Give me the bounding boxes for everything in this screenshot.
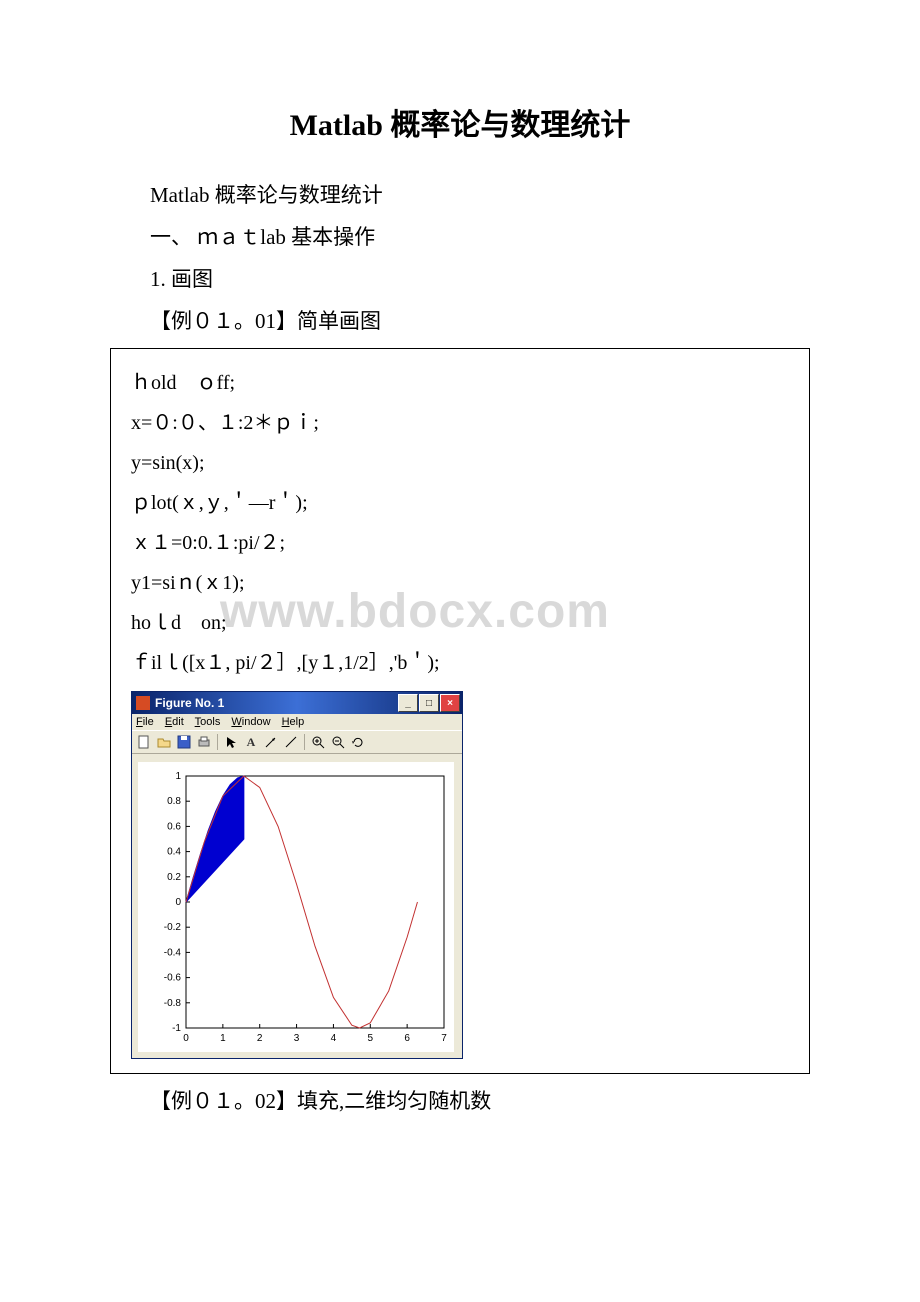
zoom-in-icon[interactable] — [309, 733, 327, 751]
svg-text:7: 7 — [441, 1033, 447, 1044]
svg-text:-0.6: -0.6 — [164, 973, 182, 984]
intro-line: Matlab 概率论与数理统计 — [150, 174, 810, 216]
matlab-figure-icon — [136, 696, 150, 710]
code-line: ｆilｌ([x１, pi/２］,[y１,1/2］,'b＇); — [131, 643, 789, 683]
svg-text:-0.8: -0.8 — [164, 998, 182, 1009]
svg-text:0.2: 0.2 — [167, 872, 181, 883]
svg-text:0.8: 0.8 — [167, 796, 181, 807]
code-line: ｈold ｏff; — [131, 363, 789, 403]
menu-window[interactable]: Window — [231, 716, 270, 728]
save-icon[interactable] — [175, 733, 193, 751]
line-icon[interactable] — [282, 733, 300, 751]
example-2-label: 【例０１。02】填充,二维均匀随机数 — [150, 1080, 810, 1122]
maximize-button[interactable]: □ — [419, 694, 439, 712]
new-file-icon[interactable] — [135, 733, 153, 751]
code-line: y1=siｎ(ｘ1); — [131, 563, 789, 603]
text-icon[interactable]: A — [242, 733, 260, 751]
page-title: Matlab 概率论与数理统计 — [110, 100, 810, 144]
svg-text:3: 3 — [294, 1033, 300, 1044]
menu-tools[interactable]: Tools — [195, 716, 221, 728]
menu-help[interactable]: Help — [282, 716, 305, 728]
svg-text:-0.2: -0.2 — [164, 922, 182, 933]
svg-text:-0.4: -0.4 — [164, 947, 182, 958]
open-file-icon[interactable] — [155, 733, 173, 751]
figure-toolbar: A — [132, 730, 462, 754]
title-cn: 概率论与数理统计 — [383, 109, 631, 142]
svg-text:-1: -1 — [172, 1023, 181, 1034]
code-line: ｐlot(ｘ,ｙ,＇—r＇); — [131, 483, 789, 523]
svg-text:6: 6 — [404, 1033, 410, 1044]
figure-titlebar: Figure No. 1 _ □ × — [132, 692, 462, 714]
minimize-button[interactable]: _ — [398, 694, 418, 712]
print-icon[interactable] — [195, 733, 213, 751]
code-line: x=０:０、１:2＊ｐｉ; — [131, 403, 789, 443]
svg-text:0: 0 — [183, 1033, 189, 1044]
svg-text:0.4: 0.4 — [167, 847, 181, 858]
close-button[interactable]: × — [440, 694, 460, 712]
title-latin: Matlab — [290, 109, 383, 142]
menu-edit[interactable]: Edit — [165, 716, 184, 728]
code-line: ｘ１=0:0.１:pi/２; — [131, 523, 789, 563]
toolbar-separator — [304, 734, 305, 750]
code-line: y=sin(x); — [131, 443, 789, 483]
matlab-figure-window: Figure No. 1 _ □ × File Edit Tools Windo… — [131, 691, 463, 1059]
figure-title: Figure No. 1 — [155, 696, 398, 710]
subsection-1: 1. 画图 — [150, 258, 810, 300]
zoom-out-icon[interactable] — [329, 733, 347, 751]
svg-text:4: 4 — [331, 1033, 337, 1044]
svg-text:5: 5 — [368, 1033, 374, 1044]
plot-axes[interactable]: -1 -0.8 -0.6 -0.4 -0.2 0 0.2 0.4 0.6 0.8 1 0 1 2 3 4 5 6 7 — [138, 762, 454, 1052]
plot-svg: -1 -0.8 -0.6 -0.4 -0.2 0 0.2 0.4 0.6 0.8 1 0 1 2 3 4 5 6 7 — [138, 762, 454, 1052]
example-1-label: 【例０１。01】简单画图 — [150, 300, 810, 342]
code-line: hoｌd on; — [131, 603, 789, 643]
svg-text:0.6: 0.6 — [167, 821, 181, 832]
toolbar-separator — [217, 734, 218, 750]
arrow-icon[interactable] — [262, 733, 280, 751]
rotate-icon[interactable] — [349, 733, 367, 751]
pointer-icon[interactable] — [222, 733, 240, 751]
section-heading-1: 一、 ｍａｔlab 基本操作 — [150, 216, 810, 258]
code-box-1: ｈold ｏff; x=０:０、１:2＊ｐｉ; y=sin(x); ｐlot(ｘ… — [110, 348, 810, 1074]
svg-text:1: 1 — [220, 1033, 226, 1044]
menu-file[interactable]: File — [136, 716, 154, 728]
svg-text:0: 0 — [175, 897, 181, 908]
svg-text:2: 2 — [257, 1033, 263, 1044]
figure-canvas-area: -1 -0.8 -0.6 -0.4 -0.2 0 0.2 0.4 0.6 0.8 1 0 1 2 3 4 5 6 7 — [132, 754, 462, 1058]
figure-menubar: File Edit Tools Window Help — [132, 714, 462, 730]
svg-text:1: 1 — [175, 771, 181, 782]
